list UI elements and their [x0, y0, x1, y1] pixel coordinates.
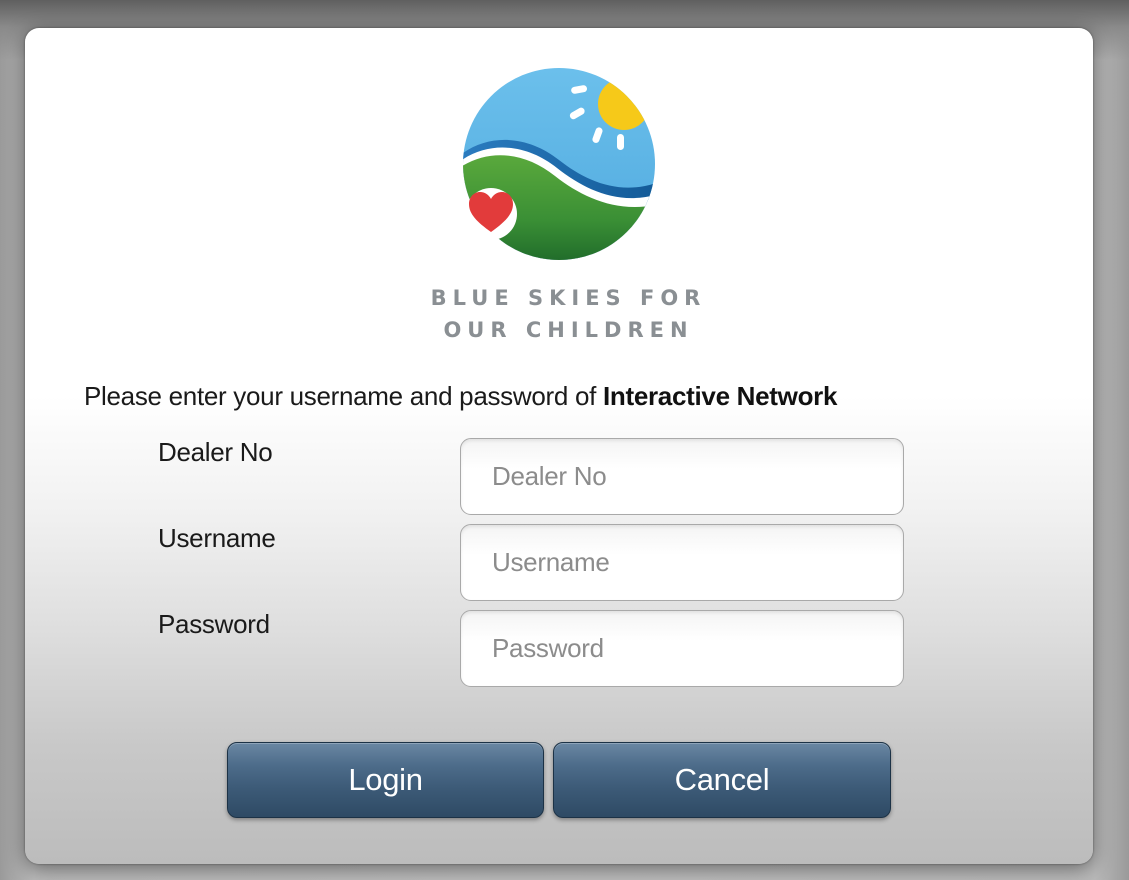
login-instruction: Please enter your username and password …	[84, 381, 837, 412]
brand-line-1: BLUE SKIES FOR	[430, 286, 707, 310]
username-label: Username	[158, 523, 276, 553]
password-input[interactable]	[460, 610, 904, 687]
brand-line-2: OUR CHILDREN	[443, 318, 694, 342]
instruction-prefix: Please enter your username and password …	[84, 381, 603, 411]
login-button[interactable]: Login	[227, 742, 544, 818]
logo-sun	[598, 78, 650, 130]
dealer-no-input[interactable]	[460, 438, 904, 515]
blue-skies-logo-icon	[463, 68, 655, 260]
cancel-button[interactable]: Cancel	[553, 742, 891, 818]
instruction-network-name: Interactive Network	[602, 381, 838, 411]
dealer-no-label: Dealer No	[158, 437, 273, 467]
username-input[interactable]	[460, 524, 904, 601]
password-label: Password	[158, 609, 270, 639]
